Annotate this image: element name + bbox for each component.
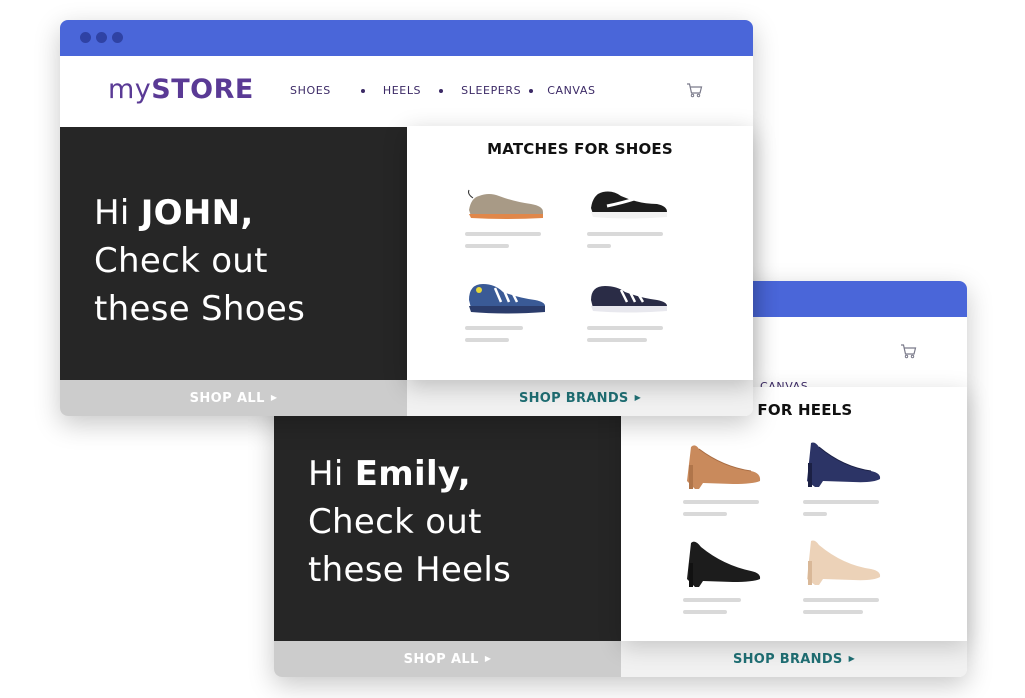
blue-running-shoe-image <box>469 284 545 314</box>
shop-all-button[interactable]: SHOP ALL ▶ <box>60 380 407 416</box>
product-price-placeholder <box>683 512 727 516</box>
product-card[interactable] <box>683 437 793 516</box>
navbar: mySTORE SHOES HEELS SLEEPERS CANVAS <box>60 56 753 127</box>
product-price-placeholder <box>465 244 509 248</box>
cart-icon[interactable] <box>900 343 917 359</box>
product-card[interactable] <box>587 184 697 248</box>
matches-title: MATCHES FOR SHOES <box>487 140 673 158</box>
black-white-running-shoe-image <box>591 191 667 219</box>
window-dot-icon[interactable] <box>80 32 91 43</box>
nav-separator <box>360 88 365 93</box>
nav-link-canvas[interactable]: CANVAS <box>547 84 595 97</box>
product-name-placeholder <box>465 326 523 330</box>
product-name-placeholder <box>587 232 663 236</box>
product-card[interactable] <box>803 535 913 614</box>
tan-sneaker-image <box>468 189 543 219</box>
product-card[interactable] <box>683 535 793 614</box>
hero-panel: Hi Emily, Check out these Heels <box>274 388 621 641</box>
product-card[interactable] <box>465 278 575 342</box>
hero-panel: Hi JOHN, Check out these Shoes <box>60 127 407 380</box>
product-name-placeholder <box>803 500 879 504</box>
product-price-placeholder <box>803 610 863 614</box>
product-name-placeholder <box>683 500 759 504</box>
cart-icon[interactable] <box>686 82 703 98</box>
window-controls <box>80 32 123 43</box>
nav-separator <box>439 88 444 93</box>
nav-link-sleepers[interactable]: SLEEPERS <box>461 84 521 97</box>
product-price-placeholder <box>587 244 611 248</box>
triangle-right-icon: ▶ <box>484 653 492 663</box>
shop-brands-button[interactable]: SHOP BRANDS ▶ <box>621 641 967 677</box>
product-card[interactable] <box>465 184 575 248</box>
product-card[interactable] <box>803 437 913 516</box>
product-name-placeholder <box>587 326 663 330</box>
hero-greeting: Hi Emily, Check out these Heels <box>308 454 512 590</box>
stage: CANVAS Hi Emily, Check out these Heels S… <box>0 0 1025 698</box>
navy-pump-image <box>807 442 881 487</box>
hero-greeting: Hi JOHN, Check out these Shoes <box>94 193 306 329</box>
nav-link-shoes[interactable]: SHOES <box>290 84 331 97</box>
product-price-placeholder <box>803 512 827 516</box>
triangle-right-icon: ▶ <box>848 653 856 663</box>
matches-card-shoes: MATCHES FOR SHOES <box>407 126 753 380</box>
store-logo[interactable]: mySTORE <box>108 74 254 105</box>
nude-pump-image <box>807 540 881 585</box>
nav-link-heels[interactable]: HEELS <box>383 84 421 97</box>
product-name-placeholder <box>465 232 541 236</box>
product-name-placeholder <box>683 598 741 602</box>
product-price-placeholder <box>587 338 647 342</box>
main-nav: SHOES HEELS SLEEPERS CANVAS <box>290 84 596 97</box>
navy-running-shoe-image <box>591 286 667 313</box>
product-name-placeholder <box>803 598 879 602</box>
product-price-placeholder <box>683 610 727 614</box>
product-price-placeholder <box>465 338 509 342</box>
matches-title: S FOR HEELS <box>741 401 853 419</box>
shop-brands-button[interactable]: SHOP BRANDS ▶ <box>407 380 753 416</box>
black-pump-image <box>687 541 761 587</box>
window-dot-icon[interactable] <box>96 32 107 43</box>
tan-pump-image <box>687 445 761 489</box>
triangle-right-icon: ▶ <box>634 392 642 402</box>
titlebar <box>60 20 753 56</box>
triangle-right-icon: ▶ <box>270 392 278 402</box>
product-card[interactable] <box>587 278 697 342</box>
shop-all-button[interactable]: SHOP ALL ▶ <box>274 641 621 677</box>
matches-card-heels: S FOR HEELS <box>621 387 967 641</box>
nav-separator <box>529 88 534 93</box>
window-dot-icon[interactable] <box>112 32 123 43</box>
